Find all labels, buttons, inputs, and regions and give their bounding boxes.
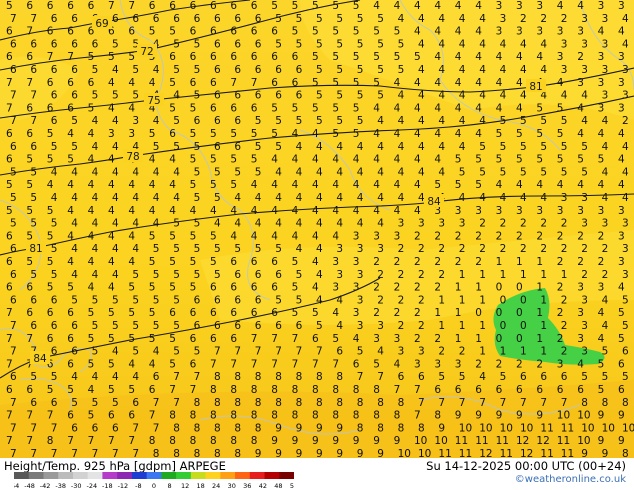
svg-text:81: 81 [529,81,542,93]
colorbar-tick-label: 8 [168,482,172,490]
svg-text:72: 72 [140,46,153,58]
colorbar-swatch [190,472,207,479]
colorbar-swatch [43,472,59,479]
colorbar-tick-label: -8 [135,482,141,490]
map-canvas: 5 6 6 6 6 7 7 6 6 6 6 6 6 5 5 5 5 5 4 4 4 4 4 4 3 3 3 4 4 3 37 7 6 6 6 6 6 6 6… [0,0,634,458]
colorbar-tick-label: -48 [24,482,35,490]
colorbar-tick-label: 30 [228,482,236,490]
contour-label-84-west: 84 [30,351,50,365]
svg-text:81: 81 [29,243,42,255]
map-footer: Height/Temp. 925 hPa [gdpm] ARPEGE Su 14… [0,458,634,490]
colorbar-swatch [161,472,177,479]
colorbar-swatch [58,472,74,479]
colorbar-tick-label: 18 [197,482,205,490]
colorbar-swatch [131,472,148,479]
credit-link[interactable]: ©weatheronline.co.uk [515,474,626,485]
temperature-colorbar: -54 -48 -42 -38 -30 -24 -18 -12 -8 0 8 12 18 24 30 36 42… [14,472,294,490]
colorbar-swatch [72,472,89,479]
colorbar-swatch [264,472,280,479]
colorbar-tick-label: 48 [274,482,282,490]
colorbar-tick-label: -54 [14,482,19,490]
colorbar-tick-label: -30 [71,482,82,490]
colorbar-tick-label: 12 [181,482,189,490]
contour-label-69: 69 [92,16,112,30]
colorbar-tick-label: 54 [290,482,294,490]
colorbar-tick-label: -38 [55,482,66,490]
colorbar-labels: -54 -48 -42 -38 -30 -24 -18 -12 -8 0 8 12 18 24 30 36 42… [14,482,294,490]
colorbar-swatch [117,472,133,479]
weather-map: 5666677666666555554444443334433776666666… [0,0,634,458]
colorbar-tick-label: 24 [212,482,220,490]
colorbar-swatch [220,472,236,479]
svg-text:75: 75 [147,95,160,107]
colorbar-swatch [87,472,103,479]
colorbar-swatches [14,472,294,479]
svg-text:84: 84 [33,353,47,365]
colorbar-swatch [205,472,221,479]
contour-label-81-east: 81 [526,79,546,93]
colorbar-swatch [176,472,192,479]
contour-label-75: 75 [144,93,164,107]
contour-label-84-east: 84 [424,194,444,208]
map-title: Height/Temp. 925 hPa [gdpm] ARPEGE [4,459,226,473]
contour-label-78: 78 [123,149,143,163]
contour-label-81-west: 81 [26,241,46,255]
colorbar-swatch [146,472,162,479]
colorbar-tick-label: -24 [86,482,97,490]
colorbar-tick-label: -18 [102,482,113,490]
colorbar-tick-label: -42 [40,482,51,490]
colorbar-swatch [249,472,266,479]
colorbar-tick-label: 36 [243,482,251,490]
svg-text:69: 69 [95,18,108,30]
colorbar-tick-label: 42 [259,482,267,490]
colorbar-tick-label: 0 [152,482,156,490]
colorbar-tick-label: -12 [118,482,129,490]
colorbar-swatch [279,472,294,479]
svg-text:78: 78 [126,151,139,163]
colorbar-swatch [102,472,118,479]
svg-text:84: 84 [427,196,441,208]
colorbar-swatch [14,472,30,479]
contour-label-72: 72 [137,44,157,58]
colorbar-swatch [235,472,251,479]
valid-time: Su 14-12-2025 00:00 UTC (00+24) [426,459,626,473]
colorbar-swatch [28,472,44,479]
